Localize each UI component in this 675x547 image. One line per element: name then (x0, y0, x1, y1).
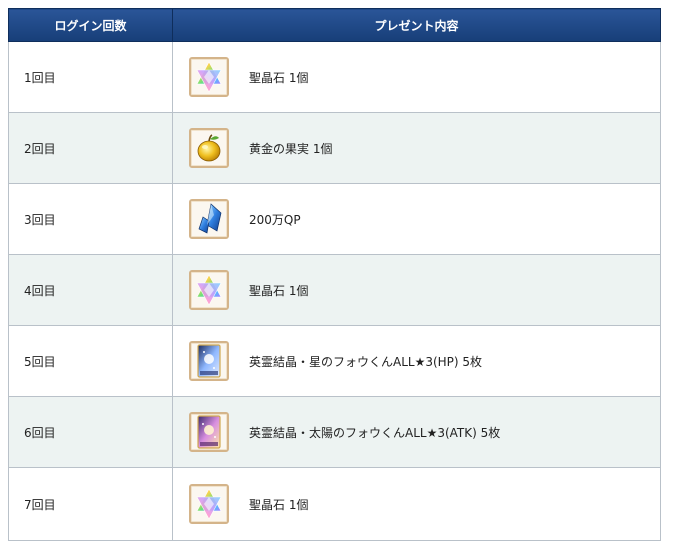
day-cell: 7回目 (8, 467, 173, 541)
table-row: 5回目 英霊結晶・星のフォウくんALL★3(HP) 5枚 (8, 325, 661, 397)
table-header-row: ログイン回数 プレゼント内容 (8, 8, 661, 42)
day-cell: 5回目 (8, 325, 173, 397)
day-cell: 1回目 (8, 41, 173, 113)
table-row: 6回目 英霊結晶・太陽のフォウくんALL★3(ATK) 5枚 (8, 396, 661, 468)
table-row: 2回目 黄金の果実 1個 (8, 112, 661, 184)
present-cell: 200万QP (172, 183, 661, 255)
present-cell: 英霊結晶・太陽のフォウくんALL★3(ATK) 5枚 (172, 396, 661, 468)
present-label: 英霊結晶・太陽のフォウくんALL★3(ATK) 5枚 (249, 425, 501, 440)
present-cell: 聖晶石 1個 (172, 467, 661, 541)
day-cell: 2回目 (8, 112, 173, 184)
table-row: 3回目 200万QP (8, 183, 661, 255)
present-label: 聖晶石 1個 (249, 70, 309, 85)
present-label: 聖晶石 1個 (249, 283, 309, 298)
fou-card-hp-icon (189, 341, 229, 381)
fou-card-atk-icon (189, 412, 229, 452)
day-cell: 4回目 (8, 254, 173, 326)
present-label: 200万QP (249, 212, 301, 227)
present-cell: 英霊結晶・星のフォウくんALL★3(HP) 5枚 (172, 325, 661, 397)
day-cell: 6回目 (8, 396, 173, 468)
login-bonus-table: ログイン回数 プレゼント内容 1回目 聖晶石 1個 2回目 黄金の果実 1個 3… (8, 8, 661, 541)
present-cell: 聖晶石 1個 (172, 254, 661, 326)
golden-apple-icon (189, 128, 229, 168)
table-row: 1回目 聖晶石 1個 (8, 41, 661, 113)
present-label: 黄金の果実 1個 (249, 141, 333, 156)
day-cell: 3回目 (8, 183, 173, 255)
saint-quartz-icon (189, 484, 229, 524)
table-row: 7回目 聖晶石 1個 (8, 467, 661, 541)
header-present: プレゼント内容 (172, 8, 661, 42)
header-login-count: ログイン回数 (8, 8, 173, 42)
login-bonus-panel: ログイン回数 プレゼント内容 1回目 聖晶石 1個 2回目 黄金の果実 1個 3… (8, 8, 661, 541)
saint-quartz-icon (189, 270, 229, 310)
present-cell: 黄金の果実 1個 (172, 112, 661, 184)
present-label: 聖晶石 1個 (249, 497, 309, 512)
qp-crystal-icon (189, 199, 229, 239)
present-cell: 聖晶石 1個 (172, 41, 661, 113)
saint-quartz-icon (189, 57, 229, 97)
present-label: 英霊結晶・星のフォウくんALL★3(HP) 5枚 (249, 354, 483, 369)
table-row: 4回目 聖晶石 1個 (8, 254, 661, 326)
